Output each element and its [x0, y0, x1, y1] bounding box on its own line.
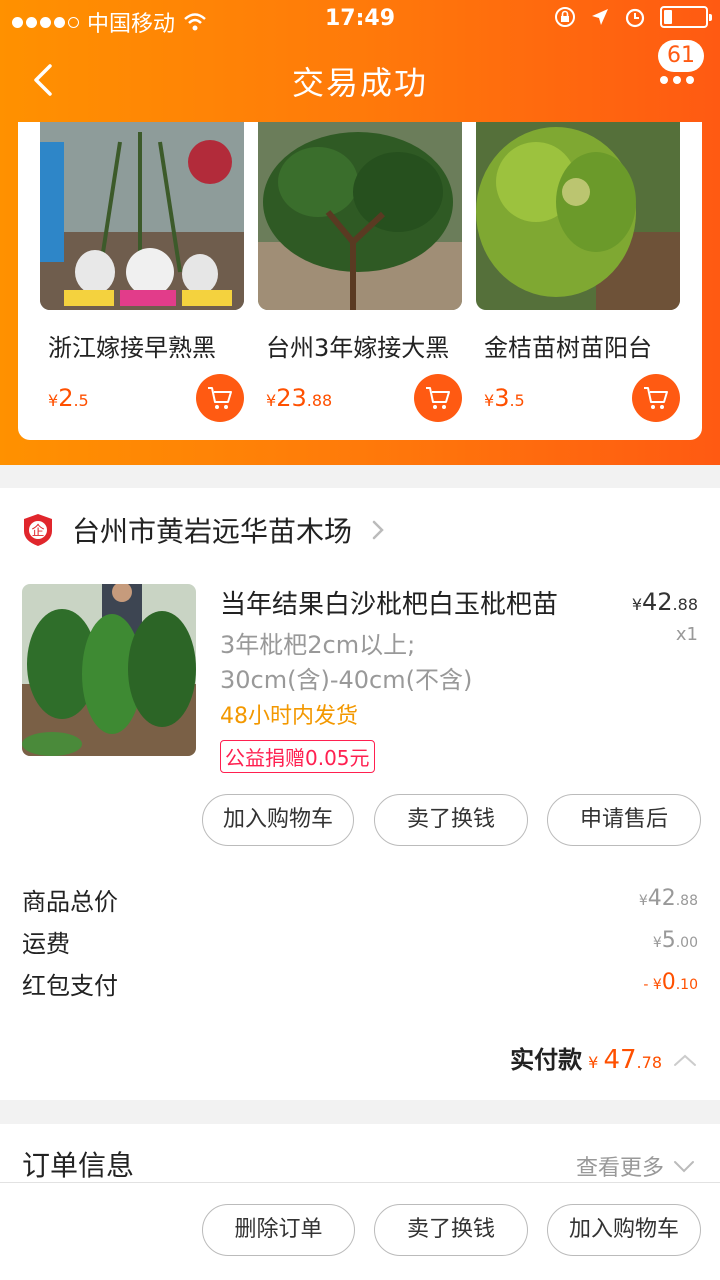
status-bar: 中国移动 17:49 [0, 0, 720, 40]
charity-tag: 公益捐赠0.05元 [220, 740, 375, 773]
product-image [258, 122, 462, 310]
rotation-lock-icon [555, 7, 575, 27]
chevron-up-icon [674, 1054, 696, 1066]
product-thumbnail[interactable] [22, 584, 196, 756]
product-quantity: x1 [675, 624, 698, 645]
subtotal-label: 商品总价 [22, 888, 118, 916]
alarm-icon [625, 8, 645, 28]
recommend-price: ¥3.5 [484, 384, 525, 412]
redpacket-label: 红包支付 [22, 972, 118, 1000]
product-image [40, 122, 244, 310]
add-to-cart-button[interactable] [414, 374, 462, 422]
chevron-down-icon [674, 1161, 694, 1173]
add-to-cart-button[interactable] [632, 374, 680, 422]
bottom-action-bar: 删除订单 卖了换钱 加入购物车 [0, 1182, 720, 1280]
delete-order-button[interactable]: 删除订单 [202, 1204, 355, 1256]
message-badge: 61 [658, 40, 704, 72]
product-price: ¥42.88 [631, 588, 698, 616]
recommend-title: 金桔苗树苗阳台 [484, 334, 652, 362]
subtotal-value: ¥42.88 [638, 886, 698, 911]
sell-button[interactable]: 卖了换钱 [374, 1204, 528, 1256]
recommend-price: ¥2.5 [48, 384, 89, 412]
shipping-label: 运费 [22, 930, 70, 958]
cart-icon [644, 387, 668, 409]
recommend-price: ¥23.88 [266, 384, 333, 412]
page-title: 交易成功 [291, 64, 428, 102]
recommend-item[interactable]: 浙江嫁接早熟黑 ¥2.5 [40, 122, 244, 432]
shop-header[interactable]: 企 台州市黄岩远华苗木场 [22, 510, 386, 550]
fee-row-shipping: 运费 ¥5.00 [22, 924, 698, 964]
chevron-right-icon [372, 520, 384, 540]
shipping-note: 48小时内发货 [220, 704, 358, 729]
shipping-value: ¥5.00 [652, 928, 698, 953]
product-spec: 3年枇杷2cm以上; 30cm(含)-40cm(不含) [220, 631, 473, 694]
add-to-cart-button[interactable]: 加入购物车 [547, 1204, 701, 1256]
order-info-title: 订单信息 [22, 1149, 135, 1182]
battery-icon [660, 6, 712, 28]
fee-row-subtotal: 商品总价 ¥42.88 [22, 882, 698, 922]
nav-bar: 交易成功 61 [0, 40, 720, 120]
total-row[interactable]: 实付款 ¥ 47.78 [510, 1040, 698, 1075]
svg-text:企: 企 [31, 523, 44, 539]
cart-icon [208, 387, 232, 409]
add-to-cart-button[interactable] [196, 374, 244, 422]
recommend-title: 台州3年嫁接大黑 [266, 334, 450, 362]
total-label: 实付款 [510, 1046, 583, 1074]
more-dots-icon [660, 76, 694, 84]
location-icon [592, 9, 608, 25]
total-value: ¥ 47.78 [588, 1045, 662, 1075]
recommend-title: 浙江嫁接早熟黑 [48, 334, 216, 362]
redpacket-value: - ¥0.10 [643, 970, 698, 995]
after-sale-button[interactable]: 申请售后 [547, 794, 701, 846]
enterprise-shop-icon: 企 [24, 514, 52, 546]
order-detail-section: 企 台州市黄岩远华苗木场 当年结果白沙枇杷白玉枇杷苗 3年枇杷2cm以上; 30… [0, 488, 720, 1100]
sell-button[interactable]: 卖了换钱 [374, 794, 528, 846]
cart-icon [426, 387, 450, 409]
product-image [476, 122, 680, 310]
shop-name: 台州市黄岩远华苗木场 [72, 515, 353, 548]
see-more-link[interactable]: 查看更多 [576, 1150, 696, 1182]
fee-row-redpacket: 红包支付 - ¥0.10 [22, 966, 698, 1006]
recommend-item[interactable]: 金桔苗树苗阳台 ¥3.5 [476, 122, 680, 432]
order-info-section: 订单信息 查看更多 [0, 1124, 720, 1184]
recommend-item[interactable]: 台州3年嫁接大黑 ¥23.88 [258, 122, 462, 432]
add-to-cart-button[interactable]: 加入购物车 [202, 794, 354, 846]
product-title: 当年结果白沙枇杷白玉枇杷苗 [220, 590, 559, 620]
recommendation-card: 浙江嫁接早熟黑 ¥2.5 台州3年嫁接大黑 ¥23.88 金桔苗树苗阳台 ¥3.… [18, 122, 702, 440]
